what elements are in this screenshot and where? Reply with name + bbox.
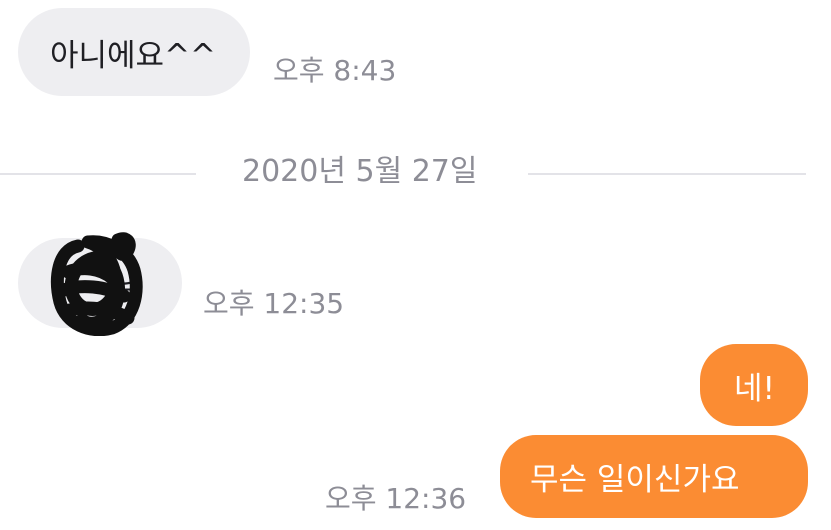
message-timestamp: 오후 12:36 (325, 482, 467, 515)
outgoing-message-bubble[interactable]: 무슨 일이신가요 (500, 435, 808, 518)
date-divider: 2020년 5월 27일 (0, 150, 831, 196)
incoming-message-bubble[interactable]: 아니에요^^ (18, 8, 250, 96)
divider-line-left (0, 173, 196, 175)
incoming-message-bubble[interactable]: 님 (18, 232, 182, 336)
divider-line-right (528, 173, 806, 175)
message-text: 무슨 일이신가요 (530, 462, 740, 498)
message-timestamp: 오후 8:43 (273, 54, 397, 87)
message-timestamp: 오후 12:35 (203, 287, 345, 320)
outgoing-message-bubble[interactable]: 네! (700, 344, 808, 426)
message-text: 아니에요^^ (50, 37, 217, 74)
redacted-name-scribble (51, 232, 143, 336)
message-text: 네! (734, 370, 775, 407)
divider-date: 2020년 5월 27일 (242, 154, 478, 189)
